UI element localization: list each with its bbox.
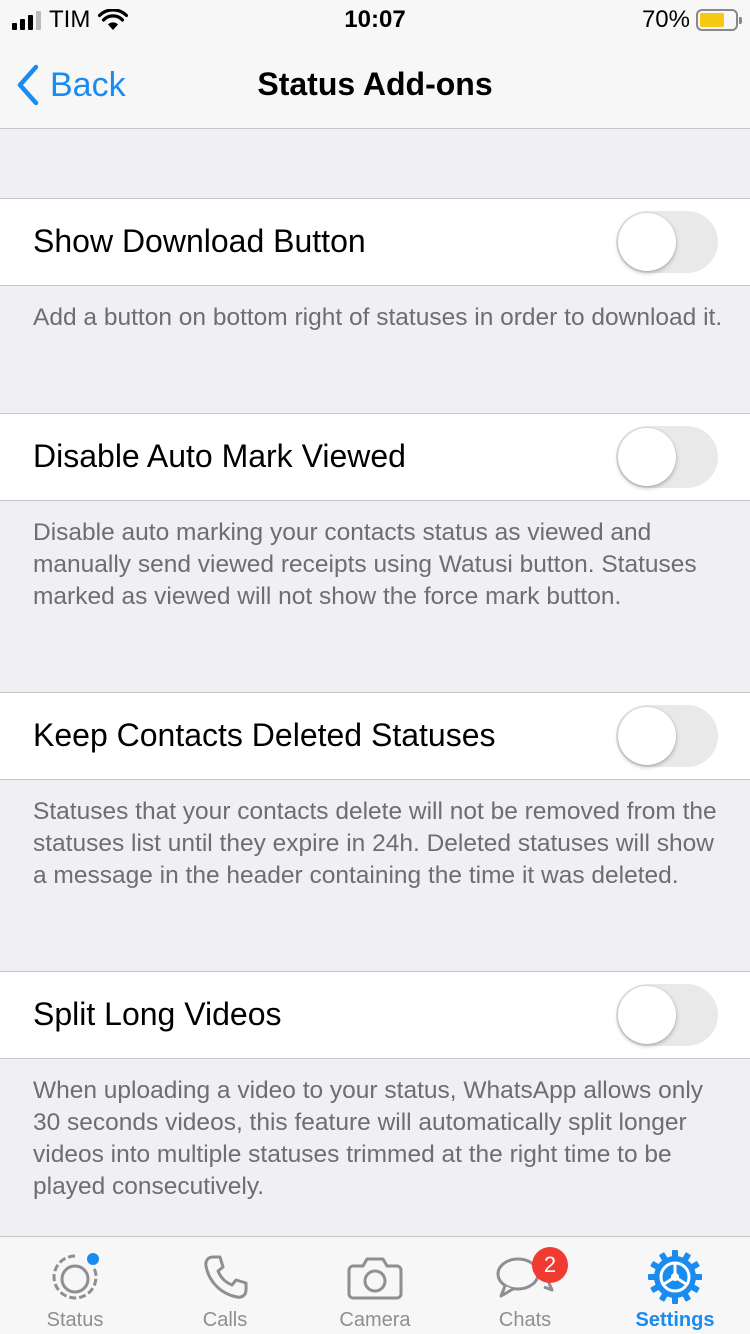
- phone-icon: [204, 1255, 248, 1299]
- tab-label: Camera: [339, 1309, 411, 1331]
- setting-row-keep-deleted-statuses: Keep Contacts Deleted Statuses: [0, 692, 750, 780]
- setting-description: Add a button on bottom right of statuses…: [33, 304, 723, 331]
- split-long-videos-toggle[interactable]: [616, 984, 718, 1046]
- status-bar: TIM 10:07 70%: [0, 0, 750, 40]
- setting-row-show-download-button: Show Download Button: [0, 198, 750, 286]
- tab-calls[interactable]: Calls: [150, 1249, 300, 1332]
- tab-bar: Status Calls Camera 2 Chats Settings: [0, 1236, 750, 1334]
- tab-camera[interactable]: Camera: [300, 1249, 450, 1332]
- setting-label: Disable Auto Mark Viewed: [33, 438, 406, 474]
- setting-description: When uploading a video to your status, W…: [33, 1077, 704, 1200]
- setting-label: Show Download Button: [33, 223, 366, 259]
- keep-deleted-statuses-toggle[interactable]: [616, 705, 718, 767]
- setting-label: Split Long Videos: [33, 996, 282, 1032]
- tab-label: Settings: [635, 1309, 715, 1331]
- page-title: Status Add-ons: [257, 66, 493, 102]
- disable-auto-mark-viewed-toggle[interactable]: [616, 426, 718, 488]
- unread-badge: 2: [532, 1247, 568, 1283]
- navigation-bar: Back Status Add-ons: [0, 40, 750, 129]
- gear-icon: [648, 1250, 702, 1304]
- setting-description: Disable auto marking your contacts statu…: [33, 519, 697, 610]
- setting-row-disable-auto-mark-viewed: Disable Auto Mark Viewed: [0, 413, 750, 501]
- tab-chats[interactable]: 2 Chats: [450, 1247, 600, 1332]
- battery-icon: [696, 9, 742, 31]
- tab-settings[interactable]: Settings: [600, 1249, 750, 1332]
- tab-status[interactable]: Status: [0, 1249, 150, 1332]
- show-download-button-toggle[interactable]: [616, 211, 718, 273]
- status-icon: [52, 1253, 99, 1300]
- clock: 10:07: [344, 6, 406, 33]
- tab-label: Status: [46, 1309, 104, 1331]
- setting-label: Keep Contacts Deleted Statuses: [33, 717, 496, 753]
- setting-description: Statuses that your contacts delete will …: [33, 798, 717, 889]
- tab-label: Chats: [498, 1309, 552, 1331]
- camera-icon: [347, 1257, 403, 1300]
- battery-percent: 70%: [641, 6, 690, 33]
- setting-row-split-long-videos: Split Long Videos: [0, 971, 750, 1059]
- tab-label: Calls: [202, 1309, 248, 1331]
